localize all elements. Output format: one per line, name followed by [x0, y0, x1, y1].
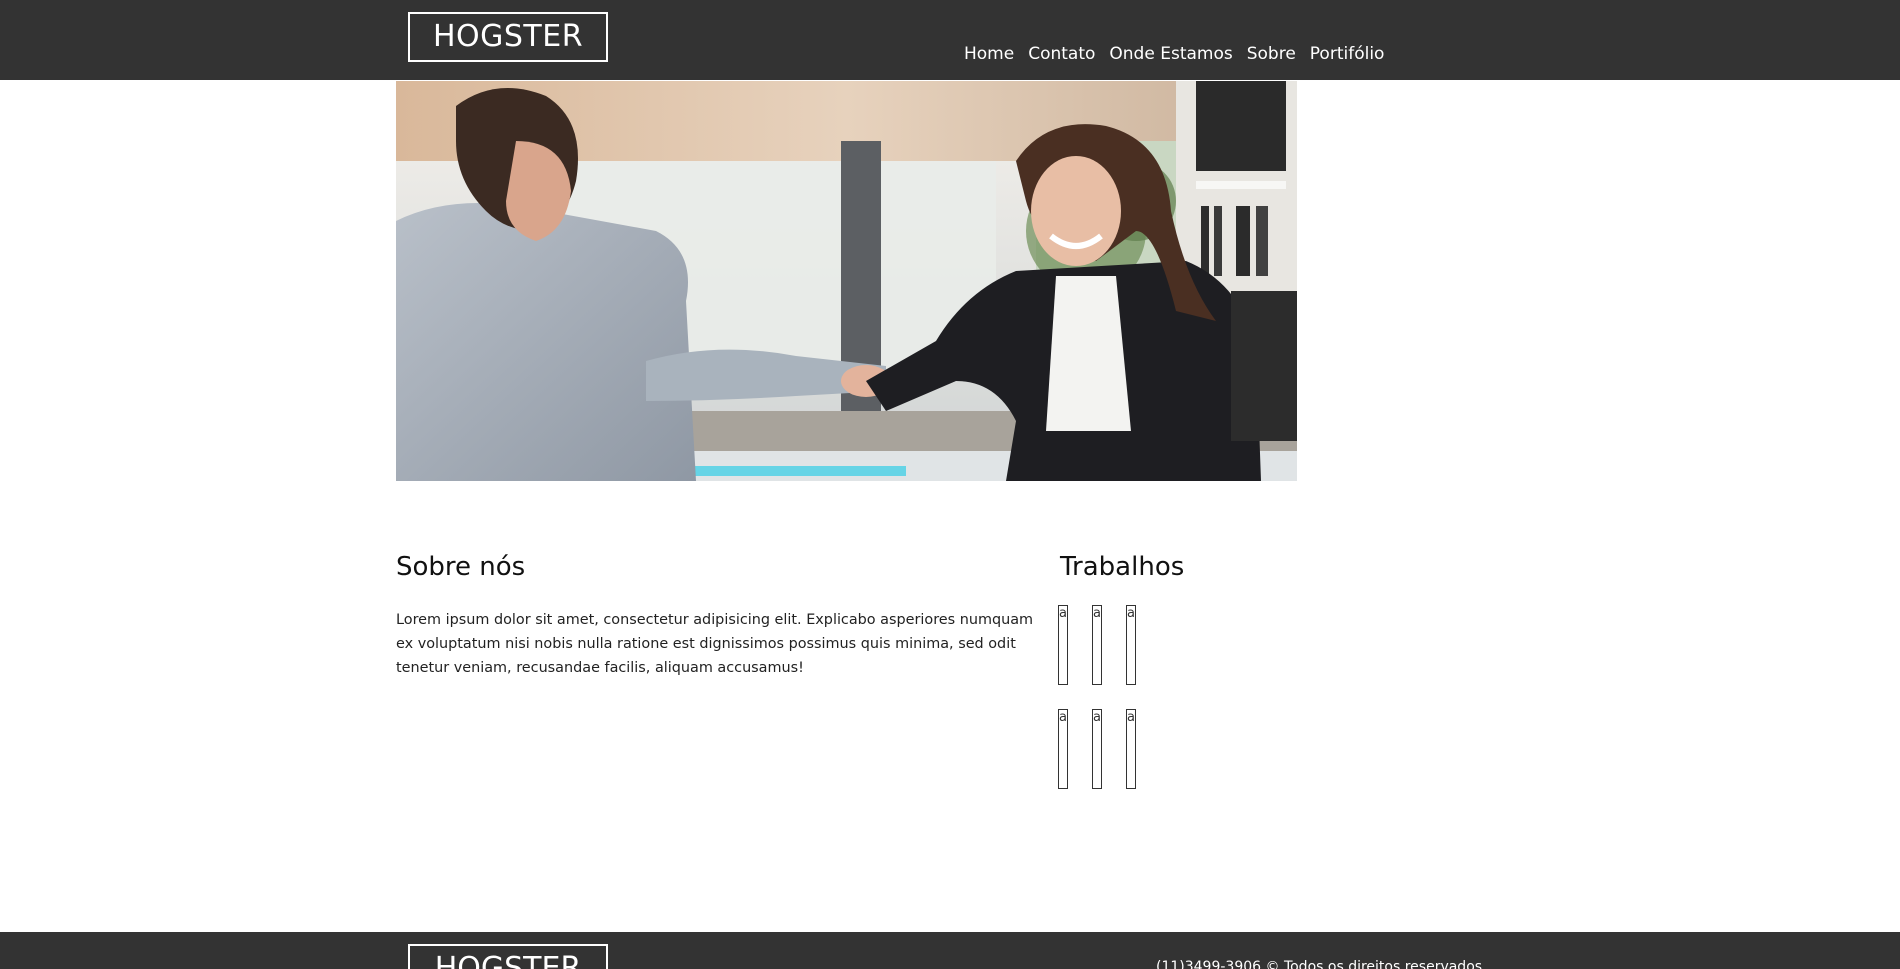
nav-sobre[interactable]: Sobre	[1247, 44, 1296, 70]
nav-onde-estamos[interactable]: Onde Estamos	[1109, 44, 1232, 70]
main-nav: Home Contato Onde Estamos Sobre Portifól…	[964, 44, 1384, 70]
work-thumbnail[interactable]: a	[1092, 605, 1102, 685]
footer-logo[interactable]: HOGSTER	[408, 944, 608, 969]
work-thumbnail[interactable]: a	[1126, 605, 1136, 685]
about-text: Lorem ipsum dolor sit amet, consectetur …	[396, 612, 1034, 677]
work-thumbnail[interactable]: a	[1058, 605, 1068, 685]
handshake-photo	[396, 81, 1297, 481]
work-thumbnail[interactable]: a	[1058, 709, 1068, 789]
nav-home[interactable]: Home	[964, 44, 1014, 70]
about-title: Sobre nós	[396, 552, 526, 582]
site-header: HOGSTER Home Contato Onde Estamos Sobre …	[0, 0, 1900, 80]
nav-contato[interactable]: Contato	[1028, 44, 1095, 70]
hero-image	[396, 81, 1297, 481]
work-thumbnail[interactable]: a	[1126, 709, 1136, 789]
nav-portifolio[interactable]: Portifólio	[1310, 44, 1385, 70]
copyright-text: (11)3499-3906 © Todos os direitos reserv…	[1156, 959, 1483, 969]
site-footer: HOGSTER (11)3499-3906 © Todos os direito…	[0, 932, 1900, 969]
work-thumbnail[interactable]: a	[1092, 709, 1102, 789]
site-logo[interactable]: HOGSTER	[408, 12, 608, 62]
works-title: Trabalhos	[1060, 552, 1185, 582]
